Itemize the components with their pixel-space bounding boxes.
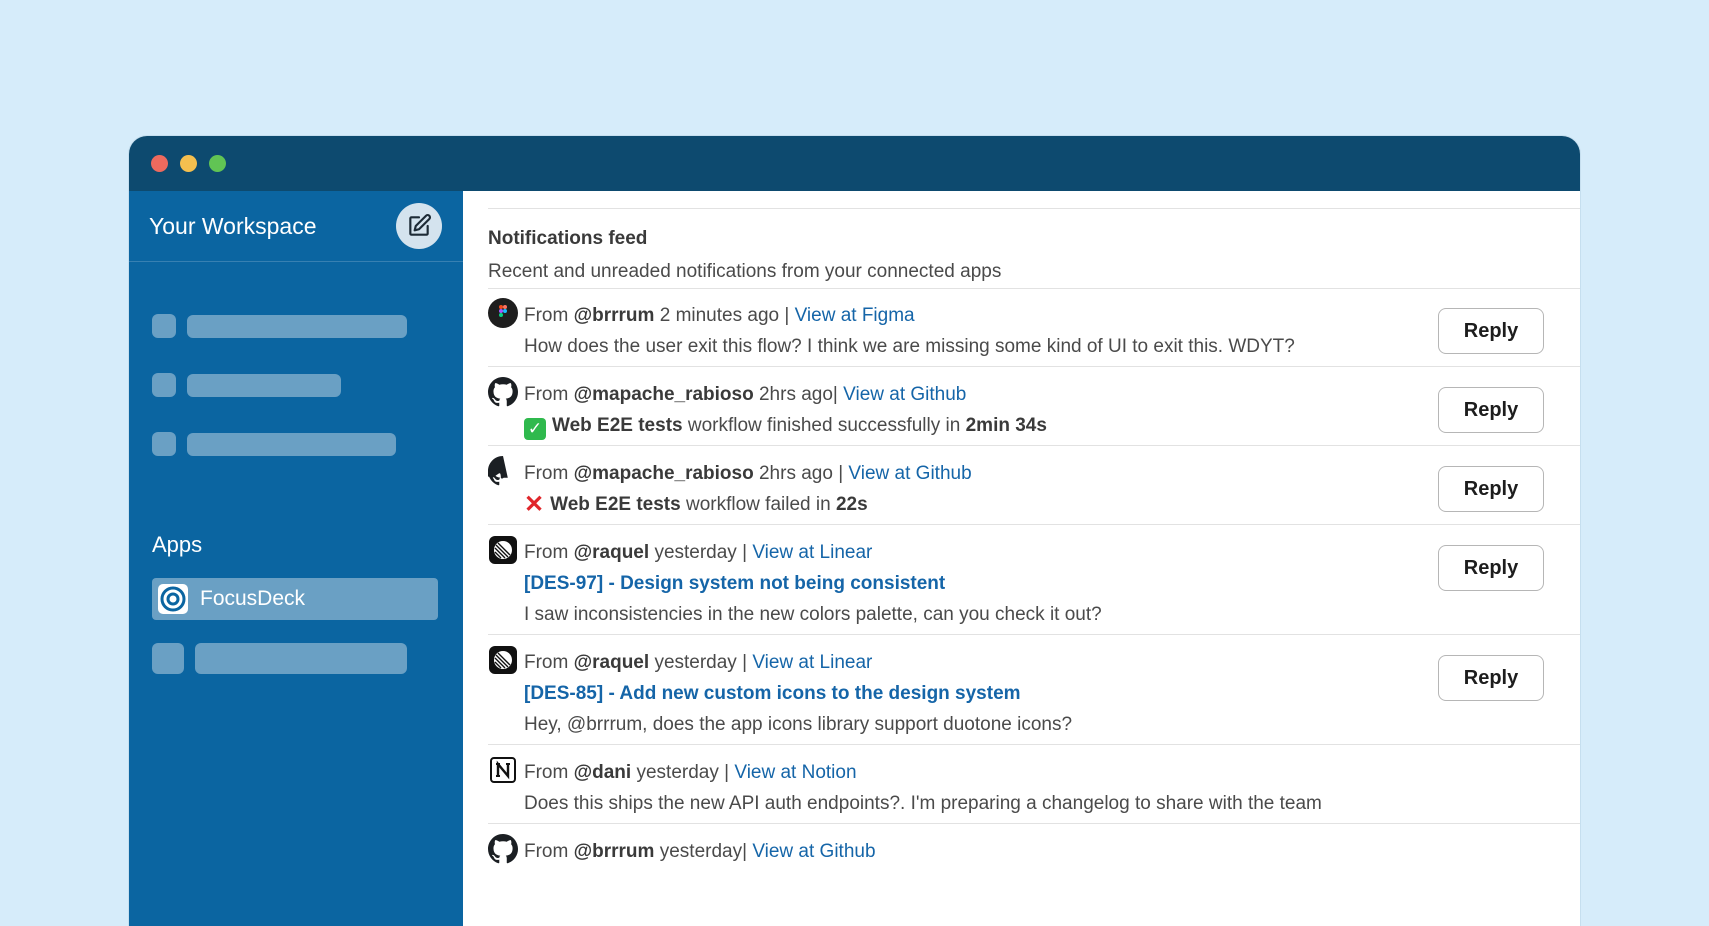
sidebar-item-label: FocusDeck xyxy=(200,587,306,610)
notification-meta: From @raquel yesterday | View at Linear xyxy=(524,652,873,673)
notification-user: @mapache_rabioso xyxy=(573,463,754,484)
reply-button[interactable]: Reply xyxy=(1438,387,1544,433)
sidebar-skeleton-icon xyxy=(152,373,176,397)
issue-link[interactable]: [DES-85] - Add new custom icons to the d… xyxy=(524,683,1021,705)
reply-button[interactable]: Reply xyxy=(1438,466,1544,512)
notification-user: @dani xyxy=(573,762,632,783)
window-titlebar xyxy=(129,136,1580,191)
notification-user: @mapache_rabioso xyxy=(573,384,754,405)
github-icon xyxy=(488,834,518,864)
reply-button[interactable]: Reply xyxy=(1438,655,1544,701)
feed-title: Notifications feed xyxy=(488,228,648,249)
minimize-window-button[interactable] xyxy=(180,155,197,172)
view-link[interactable]: View at Figma xyxy=(795,305,915,326)
notification-item: From @raquel yesterday | View at Linear … xyxy=(488,635,1580,745)
close-window-button[interactable] xyxy=(151,155,168,172)
notification-item: From @dani yesterday | View at Notion Do… xyxy=(488,745,1580,824)
notification-body: How does the user exit this flow? I thin… xyxy=(524,336,1295,357)
github-icon xyxy=(488,456,518,486)
view-link[interactable]: View at Github xyxy=(848,463,971,484)
maximize-window-button[interactable] xyxy=(209,155,226,172)
feed-header: Notifications feed Recent and unreaded n… xyxy=(488,208,1580,289)
edit-icon xyxy=(409,214,431,236)
notification-item: From @mapache_rabioso 2hrs ago | View at… xyxy=(488,446,1580,525)
workspace-title: Your Workspace xyxy=(149,213,317,239)
notification-body: ✕ Web E2E tests workflow failed in 22s xyxy=(524,491,868,518)
notification-user: @brrrum xyxy=(573,841,655,862)
notification-body: ✓ Web E2E tests workflow finished success… xyxy=(524,415,1047,440)
feed-subtitle: Recent and unreaded notifications from y… xyxy=(488,261,1002,282)
sidebar-skeleton-bar xyxy=(187,433,396,456)
cross-icon: ✕ xyxy=(524,491,545,518)
notification-meta: From @dani yesterday | View at Notion xyxy=(524,762,857,783)
focusdeck-icon xyxy=(158,584,188,614)
sidebar-skeleton-bar xyxy=(187,315,407,338)
app-window: Your Workspace Apps FocusDeck Notificati… xyxy=(129,136,1580,926)
sidebar: Your Workspace Apps FocusDeck xyxy=(129,191,463,926)
notion-icon xyxy=(488,755,518,785)
notification-meta: From @raquel yesterday | View at Linear xyxy=(524,542,873,563)
notification-user: @raquel xyxy=(573,542,650,563)
compose-button[interactable] xyxy=(396,203,442,249)
issue-link[interactable]: [DES-97] - Design system not being consi… xyxy=(524,573,945,595)
linear-icon xyxy=(488,645,518,675)
reply-button[interactable]: Reply xyxy=(1438,308,1544,354)
sidebar-skeleton-bar xyxy=(195,643,407,674)
notification-meta: From @brrrum 2 minutes ago | View at Fig… xyxy=(524,305,915,326)
notification-meta: From @brrrum yesterday| View at Github xyxy=(524,841,876,862)
figma-icon xyxy=(488,298,518,328)
sidebar-skeleton-bar xyxy=(187,374,341,397)
notification-body: Hey, @brrrum, does the app icons library… xyxy=(524,714,1073,735)
workspace-header: Your Workspace xyxy=(129,191,463,262)
notification-item: From @mapache_rabioso 2hrs ago| View at … xyxy=(488,367,1580,446)
notification-user: @raquel xyxy=(573,652,650,673)
view-link[interactable]: View at Linear xyxy=(752,542,872,563)
notification-user: @brrrum xyxy=(573,305,655,326)
sidebar-skeleton-icon xyxy=(152,314,176,338)
sidebar-skeleton-icon xyxy=(152,643,184,674)
reply-button[interactable]: Reply xyxy=(1438,545,1544,591)
view-link[interactable]: View at Github xyxy=(752,841,875,862)
notification-meta: From @mapache_rabioso 2hrs ago| View at … xyxy=(524,384,967,405)
view-link[interactable]: View at Linear xyxy=(752,652,872,673)
check-icon: ✓ xyxy=(524,418,546,440)
notification-item: From @raquel yesterday | View at Linear … xyxy=(488,525,1580,635)
notification-item: From @brrrum 2 minutes ago | View at Fig… xyxy=(488,288,1580,367)
linear-icon xyxy=(488,535,518,565)
view-link[interactable]: View at Notion xyxy=(734,762,856,783)
notification-body: Does this ships the new API auth endpoin… xyxy=(524,793,1322,814)
notification-item: From @brrrum yesterday| View at Github xyxy=(488,824,1580,902)
view-link[interactable]: View at Github xyxy=(843,384,966,405)
notifications-panel: Notifications feed Recent and unreaded n… xyxy=(463,191,1580,926)
notification-body: I saw inconsistencies in the new colors … xyxy=(524,604,1102,625)
notification-meta: From @mapache_rabioso 2hrs ago | View at… xyxy=(524,463,972,484)
apps-section-label: Apps xyxy=(152,532,203,557)
github-icon xyxy=(488,377,518,407)
sidebar-skeleton-icon xyxy=(152,432,176,456)
sidebar-item-focusdeck[interactable]: FocusDeck xyxy=(152,578,438,620)
